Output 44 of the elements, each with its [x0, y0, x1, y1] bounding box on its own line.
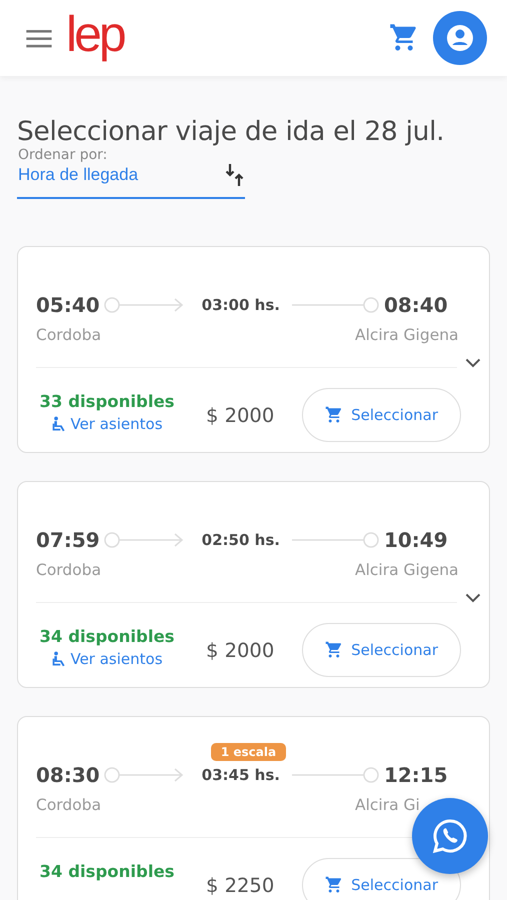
page-title: Seleccionar viaje de ida el 28 jul. — [17, 116, 446, 147]
seats-available: 34 disponibles — [39, 627, 175, 646]
route-line-icon — [290, 765, 380, 785]
destination-city: Alcira Gigena — [355, 561, 459, 579]
sort-order-icon[interactable] — [225, 163, 245, 187]
trip-duration: 03:00 hs. — [202, 296, 280, 314]
destination-city: Alcira Gi — [355, 796, 421, 814]
trip-price: $ 2000 — [206, 638, 276, 662]
select-button[interactable]: Seleccionar — [302, 858, 461, 900]
cart-icon — [325, 876, 344, 894]
menu-icon[interactable] — [26, 28, 52, 48]
stops-badge: 1 escala — [210, 743, 286, 761]
cart-icon — [325, 641, 344, 659]
route-arrow-icon — [104, 530, 184, 550]
origin-city: Cordoba — [36, 326, 102, 344]
departure-time: 05:40 — [36, 293, 100, 317]
trip-price: $ 2000 — [206, 404, 276, 426]
chevron-down-icon[interactable] — [465, 358, 481, 368]
destination-city: Alcira Gigena — [355, 326, 459, 344]
view-seats-link[interactable]: Ver asientos — [51, 650, 163, 668]
seats-available: 34 disponibles — [39, 862, 175, 881]
trip-duration: 02:50 hs. — [202, 531, 280, 549]
route-arrow-icon — [104, 295, 184, 315]
trip-price: $ 2250 — [206, 874, 276, 896]
cart-icon — [325, 406, 344, 424]
select-button[interactable]: Seleccionar — [302, 388, 461, 442]
route-line-icon — [290, 295, 380, 315]
route-line-icon — [290, 530, 380, 550]
arrival-time: 12:15 — [384, 763, 448, 787]
route-arrow-icon — [104, 765, 184, 785]
chevron-down-icon[interactable] — [465, 593, 481, 603]
account-icon[interactable] — [433, 11, 487, 65]
departure-time: 08:30 — [36, 763, 100, 787]
seats-available: 33 disponibles — [39, 392, 175, 411]
arrival-time: 08:40 — [384, 293, 448, 317]
trip-duration: 03:45 hs. — [202, 766, 280, 784]
origin-city: Cordoba — [36, 796, 102, 814]
view-seats-link[interactable]: Ver asientos — [51, 415, 163, 433]
arrival-time: 10:49 — [384, 528, 448, 552]
logo[interactable]: lep — [66, 9, 124, 59]
sort-dropdown[interactable]: Ordenar por: Hora de llegada — [17, 147, 245, 199]
select-button[interactable]: Seleccionar — [302, 623, 461, 677]
departure-time: 07:59 — [36, 528, 100, 552]
origin-city: Cordoba — [36, 561, 102, 579]
